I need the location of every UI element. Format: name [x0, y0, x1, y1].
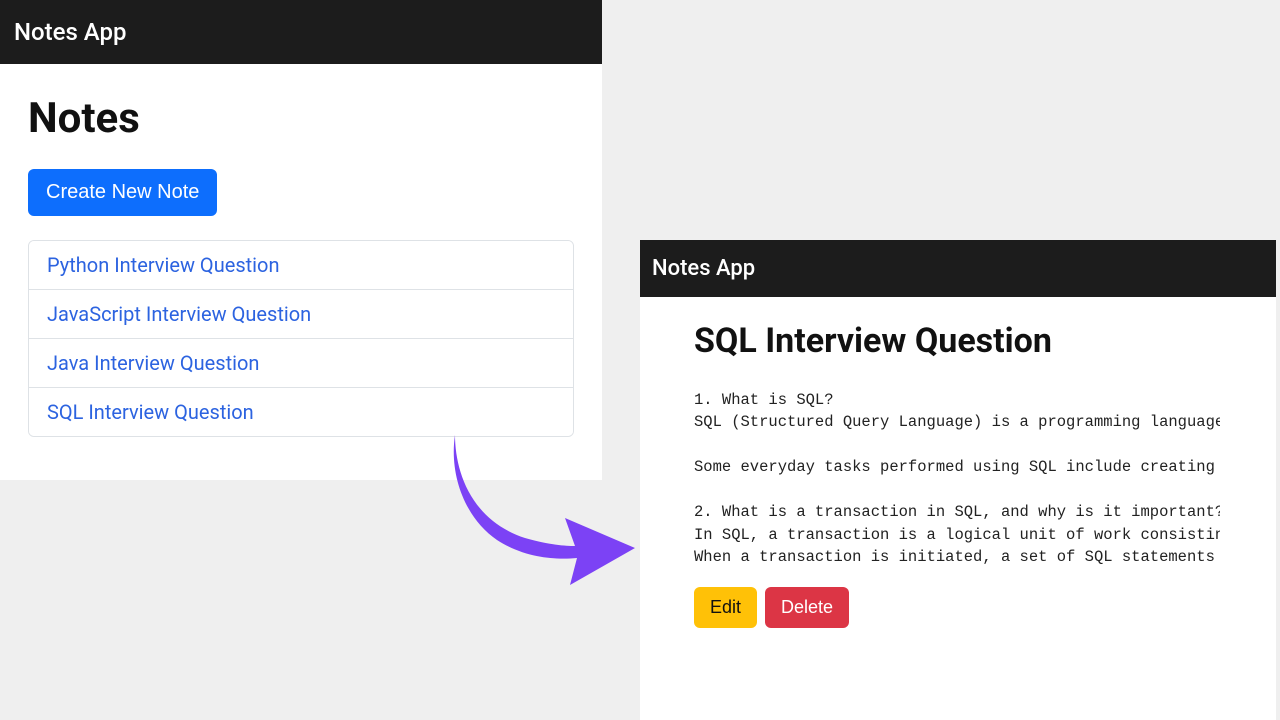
- note-detail-content: SQL Interview Question 1. What is SQL? S…: [640, 297, 1276, 652]
- note-body[interactable]: 1. What is SQL? SQL (Structured Query La…: [694, 389, 1220, 573]
- note-title: SQL Interview Question: [694, 321, 1222, 361]
- app-header-left: Notes App: [0, 0, 602, 64]
- create-note-button[interactable]: Create New Note: [28, 169, 217, 216]
- delete-button[interactable]: Delete: [765, 587, 849, 628]
- edit-button[interactable]: Edit: [694, 587, 757, 628]
- notes-list-content: Notes Create New Note Python Interview Q…: [0, 64, 602, 467]
- app-header-right: Notes App: [640, 240, 1276, 297]
- app-title: Notes App: [652, 256, 755, 281]
- note-list-item[interactable]: SQL Interview Question: [29, 388, 573, 436]
- note-detail-window: Notes App SQL Interview Question 1. What…: [640, 240, 1276, 720]
- note-actions: Edit Delete: [694, 587, 1222, 628]
- notes-list-window: Notes App Notes Create New Note Python I…: [0, 0, 602, 480]
- note-list-item[interactable]: JavaScript Interview Question: [29, 290, 573, 339]
- note-list-item[interactable]: Java Interview Question: [29, 339, 573, 388]
- note-list-item[interactable]: Python Interview Question: [29, 241, 573, 290]
- app-title: Notes App: [14, 18, 127, 46]
- note-list: Python Interview Question JavaScript Int…: [28, 240, 574, 437]
- page-title: Notes: [28, 94, 574, 143]
